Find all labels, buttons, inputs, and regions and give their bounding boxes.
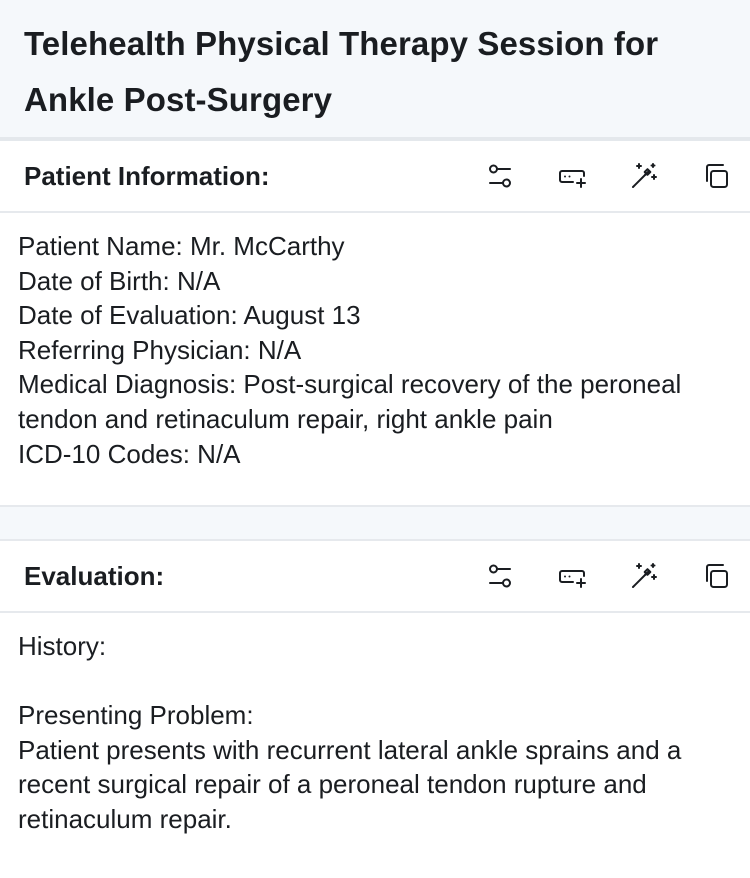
evaluation-section: Evaluation: History: Presenting Problem:… [0,541,750,837]
section-toolbar [484,160,732,192]
section-divider [0,507,750,541]
add-field-icon[interactable] [556,160,588,192]
sliders-icon[interactable] [484,560,516,592]
copy-icon[interactable] [700,160,732,192]
sliders-icon[interactable] [484,160,516,192]
referring-physician-line: Referring Physician: N/A [18,334,302,365]
patient-information-body: Patient Name: Mr. McCarthy Date of Birth… [0,213,750,507]
patient-name-line: Patient Name: Mr. McCarthy [18,231,345,261]
medical-diagnosis-line: Medical Diagnosis: Post-surgical recover… [18,369,682,434]
section-header: Evaluation: [0,541,750,613]
evaluation-body: History: Presenting Problem: Patient pre… [0,613,750,837]
date-of-evaluation-line: Date of Evaluation: August 13 [18,300,361,331]
history-label: History: [18,631,107,661]
section-title: Evaluation: [24,560,165,591]
section-toolbar [484,560,732,592]
patient-information-section: Patient Information: Patient Name: Mr. M… [0,141,750,507]
presenting-problem-label: Presenting Problem: [18,700,254,731]
page-header: Telehealth Physical Therapy Session for … [0,0,750,141]
presenting-problem-text: Patient presents with recurrent lateral … [18,734,682,834]
date-of-birth-line: Date of Birth: N/A [18,265,221,296]
copy-icon[interactable] [700,560,732,592]
add-field-icon[interactable] [556,560,588,592]
section-title: Patient Information: [24,160,270,191]
section-header: Patient Information: [0,141,750,213]
page-title: Telehealth Physical Therapy Session for … [24,25,659,118]
magic-wand-icon[interactable] [628,560,660,592]
magic-wand-icon[interactable] [628,160,660,192]
icd-10-codes-line: ICD-10 Codes: N/A [18,438,241,469]
